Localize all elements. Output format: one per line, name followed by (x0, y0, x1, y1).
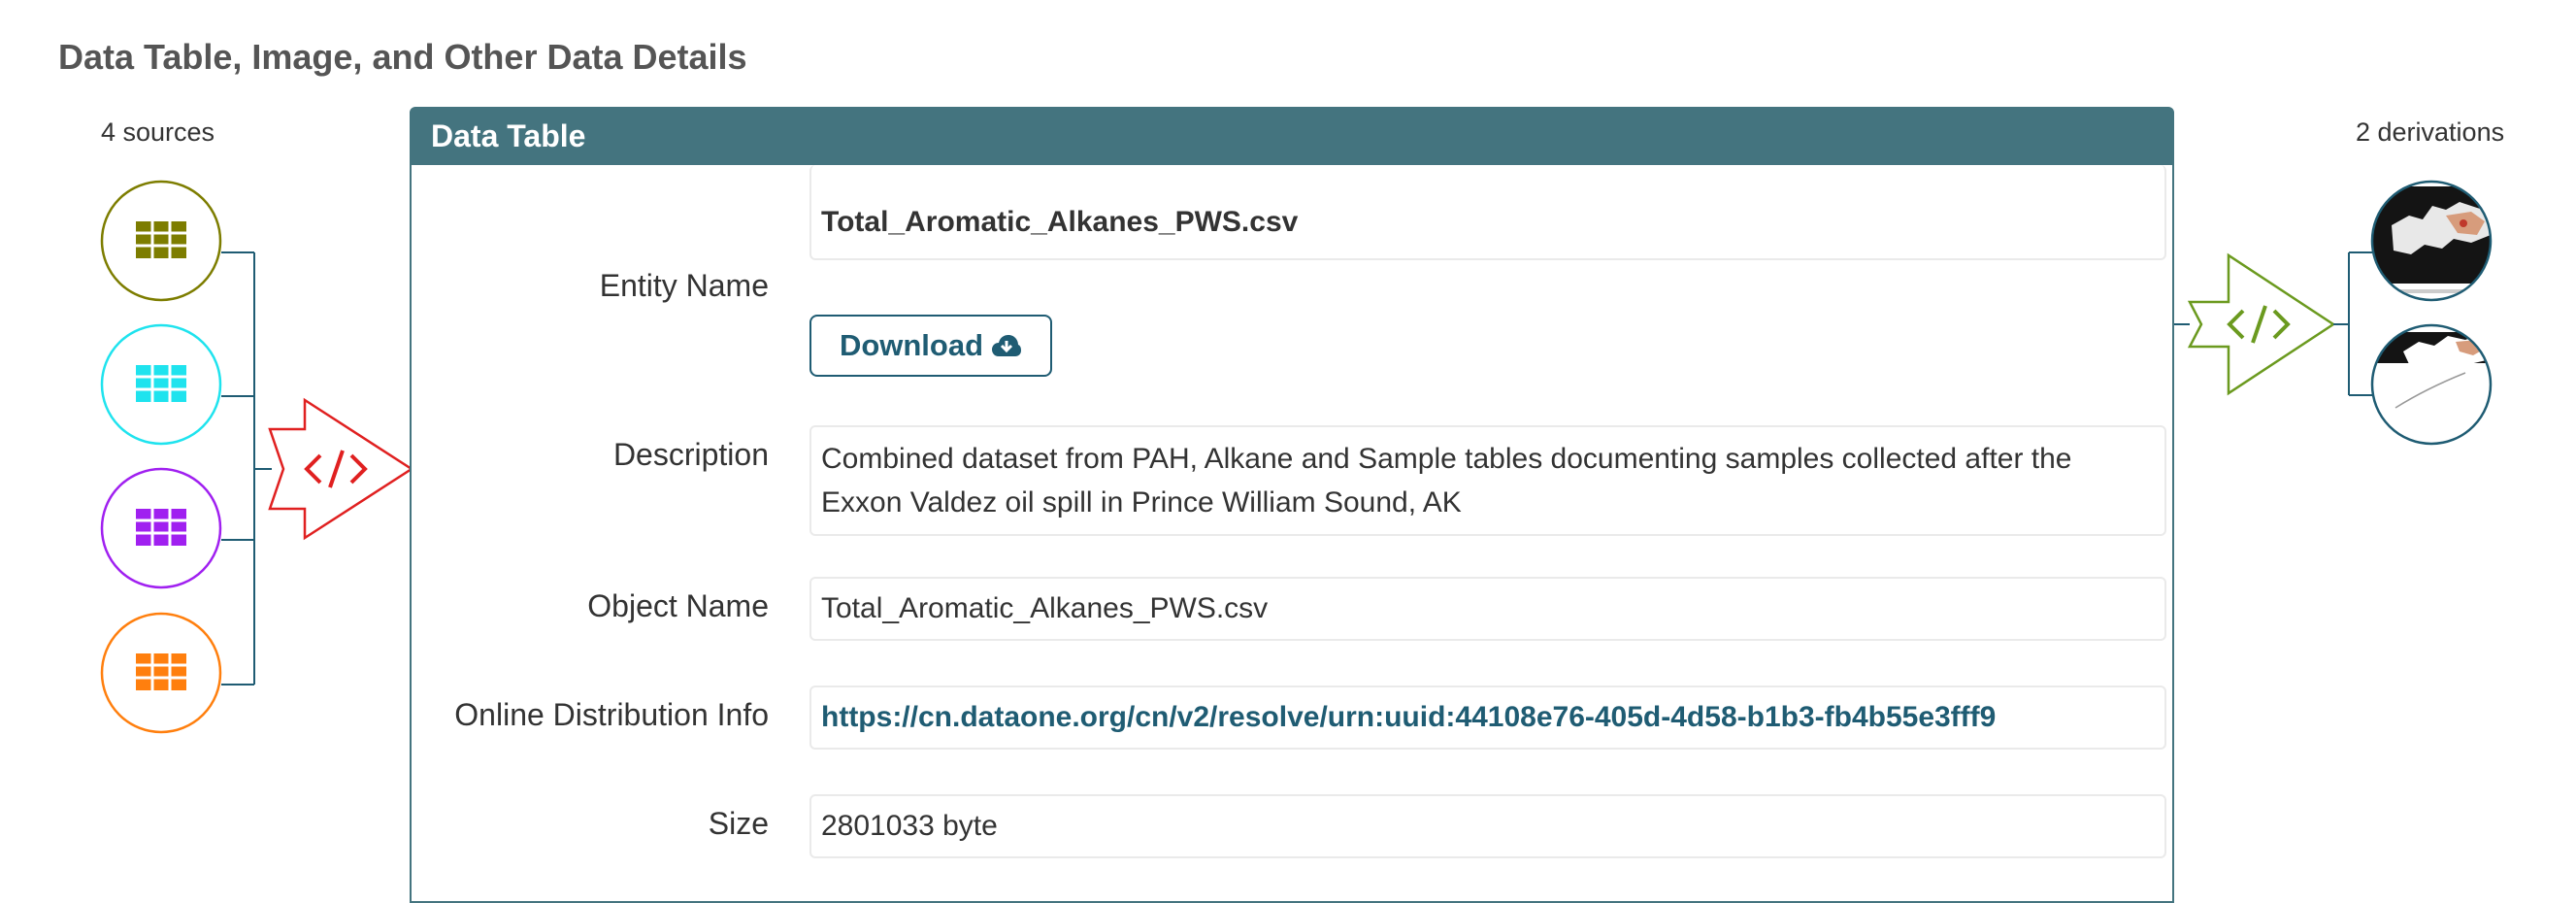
source-item-2[interactable] (100, 323, 222, 446)
online-distribution-label: Online Distribution Info (454, 697, 769, 732)
table-icon (136, 365, 186, 402)
object-name-label: Object Name (587, 588, 769, 623)
download-button[interactable]: Download (809, 315, 1052, 377)
download-button-label: Download (839, 328, 984, 362)
table-icon (136, 509, 186, 546)
table-icon (136, 653, 186, 690)
online-distribution-link[interactable]: https://cn.dataone.org/cn/v2/resolve/urn… (821, 701, 1996, 733)
entity-name-label: Entity Name (599, 268, 769, 303)
program-input-arrow[interactable] (268, 397, 414, 541)
derivation-image-2[interactable] (2370, 323, 2493, 446)
table-icon (136, 221, 186, 258)
source-connector-lines (221, 251, 272, 686)
program-output-arrow[interactable] (2187, 252, 2336, 396)
object-name-value: Total_Aromatic_Alkanes_PWS.csv (809, 577, 2166, 641)
source-item-3[interactable] (100, 467, 222, 589)
source-item-4[interactable] (100, 612, 222, 734)
description-value: Combined dataset from PAH, Alkane and Sa… (809, 425, 2166, 536)
size-label: Size (708, 806, 769, 841)
derivation-image-1[interactable] (2370, 180, 2493, 302)
entity-name-value: Total_Aromatic_Alkanes_PWS.csv (809, 165, 2166, 260)
panel-title: Data Table (412, 109, 2172, 165)
description-label: Description (612, 437, 769, 472)
size-value: 2801033 byte (809, 794, 2166, 858)
source-item-1[interactable] (100, 180, 222, 302)
online-distribution-value-box: https://cn.dataone.org/cn/v2/resolve/urn… (809, 686, 2166, 750)
data-table-panel: Data Table Entity Name Total_Aromatic_Al… (410, 107, 2174, 903)
cloud-download-icon (992, 335, 1022, 356)
